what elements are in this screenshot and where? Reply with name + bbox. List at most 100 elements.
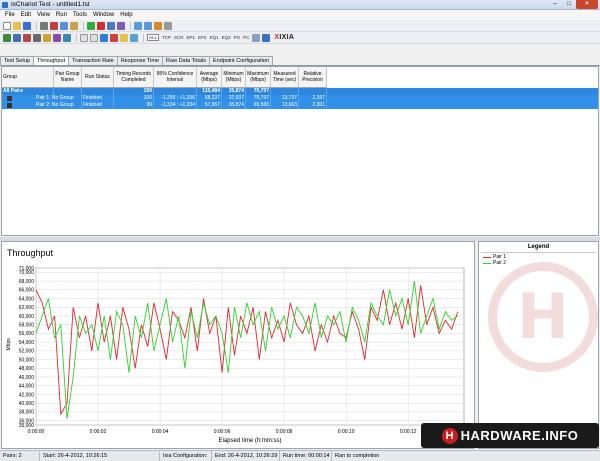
new-file-icon[interactable] <box>3 21 11 30</box>
save-icon[interactable] <box>23 21 31 30</box>
print-icon[interactable] <box>40 21 48 30</box>
toolbar-separator <box>143 33 144 42</box>
help-icon[interactable] <box>262 33 271 42</box>
maximize-button[interactable]: □ <box>562 0 576 9</box>
protocol-pg[interactable]: PG <box>234 35 241 40</box>
ixia-logo-text: IXIA <box>279 34 295 41</box>
flag-icon[interactable] <box>110 33 118 42</box>
sort-icon[interactable] <box>3 33 11 42</box>
open-folder-icon[interactable] <box>13 21 21 30</box>
sun-icon[interactable] <box>43 33 51 42</box>
zoom-icon[interactable] <box>90 33 98 42</box>
col-timing-records[interactable]: Timing Records Completed <box>114 67 154 87</box>
y-axis-label: Mbps <box>6 338 12 351</box>
cut-icon[interactable] <box>50 21 58 30</box>
menu-file[interactable]: File <box>2 12 18 18</box>
grid-header: Group Pair Group Name Run Status Timing … <box>2 67 327 88</box>
table-row[interactable]: Pair 2: No Group Finished 99 -1,334 : +1… <box>2 102 598 109</box>
col-maximum[interactable]: Maximum (Mbps) <box>246 67 271 87</box>
minimize-button[interactable]: – <box>548 0 562 9</box>
legend-divider <box>481 252 596 253</box>
edit-icon[interactable] <box>154 21 162 30</box>
status-end: End: 26-4-2012, 10:26:29 <box>212 451 280 461</box>
y-tick-label: 44,000 <box>19 384 35 390</box>
legend-item-pair-2[interactable]: Pair 2 <box>483 260 506 266</box>
protocol-pc[interactable]: PC <box>243 35 249 40</box>
col-group[interactable]: Group <box>2 67 54 87</box>
status-ixia-config: Ixia Configuration: <box>160 451 212 461</box>
window-controls: – □ ✕ <box>548 0 598 9</box>
tab-response-time[interactable]: Response Time <box>116 56 164 65</box>
run-icon[interactable] <box>87 21 95 30</box>
menu-window[interactable]: Window <box>90 12 117 18</box>
delete-icon[interactable] <box>164 21 172 30</box>
all-pairs-label: All Pairs <box>2 88 54 95</box>
y-tick-label: 60,000 <box>19 314 35 320</box>
y-tick-label: 52,000 <box>19 349 35 355</box>
protocol-ep1[interactable]: EP1 <box>187 35 196 40</box>
col-minimum[interactable]: Minimum (Mbps) <box>222 67 246 87</box>
copy-icon[interactable] <box>60 21 68 30</box>
protocol-eq1[interactable]: EQ1 <box>210 35 219 40</box>
filter-icon[interactable] <box>13 33 21 42</box>
y-tick-label: 42,000 <box>19 392 35 398</box>
pair-name: Pair 2: No Group <box>2 102 82 109</box>
add-pair-icon[interactable] <box>134 21 142 30</box>
toolbar-separator <box>76 33 77 42</box>
filter-toolbar: ALL TCP SCR EP1 EP2 EQ1 EQ2 PG PC XIXIA <box>0 32 600 44</box>
close-button[interactable]: ✕ <box>576 0 598 9</box>
col-average[interactable]: Average (Mbps) <box>197 67 222 87</box>
protocol-tcp[interactable]: TCP <box>162 35 171 40</box>
refresh-icon[interactable] <box>100 33 108 42</box>
brand-text: HARDWARE.INFO <box>460 428 579 443</box>
tab-test-setup[interactable]: Test Setup <box>0 56 34 65</box>
x-axis-ticks: 0:00:00 0:00:02 0:00:04 0:00:06 0:00:08 0:00:… <box>28 429 417 435</box>
col-confidence-interval[interactable]: 95% Confidence Interval <box>154 67 197 87</box>
status-completion: Ran to completion <box>335 453 380 459</box>
add-multicast-icon[interactable] <box>144 21 152 30</box>
menu-help[interactable]: Help <box>117 12 135 18</box>
col-measured-time[interactable]: Measured Time (sec) <box>271 67 299 87</box>
tab-endpoint-configuration[interactable]: Endpoint Configuration <box>209 56 273 65</box>
brand-circle: H <box>441 427 458 444</box>
graph-icon[interactable] <box>53 33 61 42</box>
hardware-info-logo: H HARDWARE.INFO <box>421 423 599 448</box>
chart-gridlines <box>35 267 465 426</box>
group-icon[interactable] <box>23 33 31 42</box>
minimum: 35,874 <box>222 102 246 109</box>
tab-raw-data-totals[interactable]: Raw Data Totals <box>162 56 210 65</box>
menu-bar: File Edit View Run Tools Window Help <box>0 10 600 20</box>
table-row[interactable]: Pair 1: No Group Finished 100 -1,256 : +… <box>2 95 598 102</box>
menu-tools[interactable]: Tools <box>70 12 90 18</box>
step-icon[interactable] <box>107 21 115 30</box>
menu-view[interactable]: View <box>34 12 53 18</box>
tab-transaction-rate[interactable]: Transaction Rate <box>68 56 118 65</box>
col-pair-group-name[interactable]: Pair Group Name <box>54 67 82 87</box>
x-axis-label: Elapsed time (h:mm:ss) <box>218 438 281 444</box>
menu-run[interactable]: Run <box>53 12 70 18</box>
y-tick-label: 71,000 <box>19 266 35 272</box>
table-icon[interactable] <box>63 33 71 42</box>
expand-icon[interactable] <box>33 33 41 42</box>
settings-icon[interactable] <box>252 33 261 42</box>
info-icon[interactable] <box>130 33 138 42</box>
all-pairs-row[interactable]: All Pairs 199 115,484 35,874 70,797 <box>2 88 598 95</box>
maximum: 69,565 <box>246 102 271 109</box>
watermark-logo: H <box>488 262 598 372</box>
protocol-scr[interactable]: SCR <box>174 35 184 40</box>
paste-icon[interactable] <box>70 21 78 30</box>
protocol-ep2[interactable]: EP2 <box>198 35 207 40</box>
protocol-all[interactable]: ALL <box>147 34 160 41</box>
search-icon[interactable] <box>80 33 88 42</box>
col-relative-precision[interactable]: Relative Precision <box>299 67 327 87</box>
x-tick-label: 0:00:10 <box>338 429 355 435</box>
x-tick-label: 0:00:12 <box>400 429 417 435</box>
bulb-icon[interactable] <box>120 33 128 42</box>
abandon-icon[interactable] <box>117 21 125 30</box>
stop-icon[interactable] <box>97 21 105 30</box>
tab-throughput[interactable]: Throughput <box>33 56 70 65</box>
col-run-status[interactable]: Run Status <box>82 67 114 87</box>
menu-edit[interactable]: Edit <box>18 12 34 18</box>
plot-area <box>35 267 465 426</box>
protocol-eq2[interactable]: EQ2 <box>222 35 231 40</box>
